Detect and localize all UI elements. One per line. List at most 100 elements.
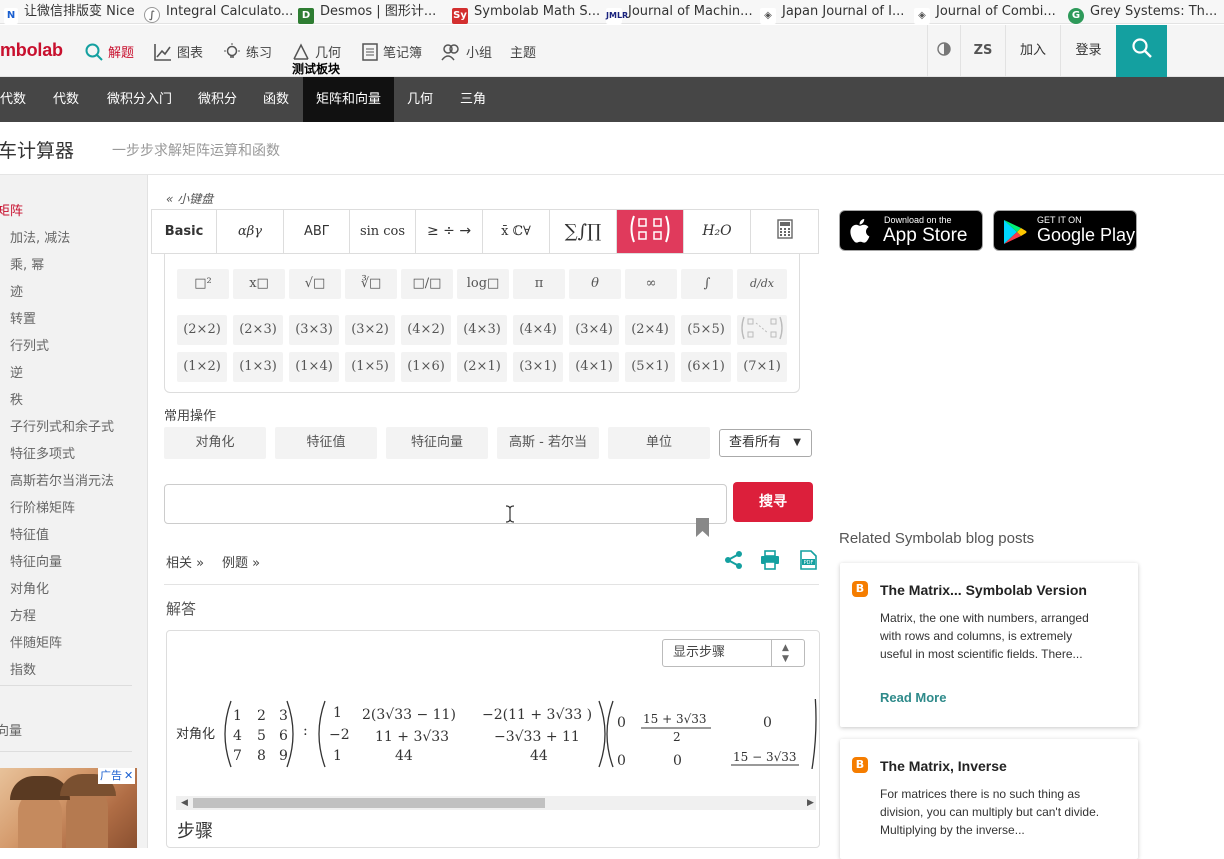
key-nthroot[interactable]: ∛□ [345,269,397,299]
subject-tab[interactable]: 三角 [447,77,499,122]
key-log[interactable]: log□ [457,269,509,299]
keypad-tab-operators[interactable]: ≥ ÷ → [416,210,483,253]
ad-badge[interactable]: 广告 ✕ [98,768,136,784]
sidebar-item[interactable]: 高斯若尔当消元法 [10,470,114,489]
share-icon[interactable] [724,550,744,574]
keypad-tab-sets[interactable]: x̄ ℂ∀ [483,210,550,253]
subject-tab[interactable]: 函数 [250,77,302,122]
sidebar-item[interactable]: 方程 [10,605,36,624]
blog-card[interactable]: B The Matrix... Symbolab Version Matrix,… [840,563,1138,727]
op-identity[interactable]: 单位 [608,427,710,459]
bookmark-item[interactable]: JMLRJournal of Machin... [606,3,753,24]
keypad-tab-matrix[interactable] [617,210,684,253]
op-diagonalize[interactable]: 对角化 [164,427,266,459]
op-eigenvectors[interactable]: 特征向量 [386,427,488,459]
related-link[interactable]: 相关 » [166,552,204,571]
header-search-button[interactable] [1116,25,1167,77]
join-button[interactable]: 加入 [1005,25,1060,77]
key-matrix-2x4[interactable]: (2×4) [625,315,675,345]
blog-title[interactable]: The Matrix, Inverse [880,758,1007,774]
key-matrix-4x1[interactable]: (4×1) [569,352,619,382]
sidebar-item[interactable]: 对角化 [10,578,49,597]
sidebar-item[interactable]: 特征值 [10,524,49,543]
subject-tab[interactable]: 几何 [394,77,446,122]
subject-tab[interactable]: 微积分入门 [94,77,185,122]
keypad-toggle[interactable]: « 小键盘 [166,190,213,207]
key-matrix-6x1[interactable]: (6×1) [681,352,731,382]
key-matrix-2x3[interactable]: (2×3) [233,315,283,345]
language-button[interactable]: ZS [960,25,1005,77]
show-steps-select[interactable]: 显示步骤 ▲ ▼ [662,639,805,667]
sidebar-item[interactable]: 转置 [10,308,36,327]
submit-button[interactable]: 搜寻 [733,482,813,522]
logo[interactable]: mbolab [0,40,63,61]
bookmark-item[interactable]: Sy Symbolab Math S... [452,3,600,24]
read-more-link[interactable]: Read More [880,690,946,705]
key-matrix-5x1[interactable]: (5×1) [625,352,675,382]
pdf-icon[interactable]: PDF [798,550,818,574]
key-matrix-3x2[interactable]: (3×2) [345,315,395,345]
key-matrix-4x2[interactable]: (4×2) [401,315,451,345]
key-matrix-custom[interactable] [737,315,787,345]
contrast-toggle[interactable] [927,25,960,77]
key-matrix-1x5[interactable]: (1×5) [345,352,395,382]
key-matrix-3x1[interactable]: (3×1) [513,352,563,382]
subject-tab[interactable]: 微积分 [185,77,250,122]
close-icon[interactable]: ✕ [124,769,133,782]
sidebar-item[interactable]: 迹 [10,281,23,300]
bookmark-item[interactable]: ◈ Journal of Combi... [914,3,1056,24]
key-matrix-2x1[interactable]: (2×1) [457,352,507,382]
sidebar-item-vector[interactable]: 向量 [0,720,22,739]
bookmark-item[interactable]: ∫ Integral Calculato... [144,3,293,23]
nav-practice[interactable]: 练习 [223,42,272,61]
sidebar-item[interactable]: 指数 [10,659,36,678]
examples-link[interactable]: 例题 » [222,552,260,571]
keypad-tab-calculus[interactable]: ∑∫∏ [550,210,617,253]
print-icon[interactable] [760,550,780,574]
subject-tab-active[interactable]: 矩阵和向量 [303,77,394,122]
sidebar-item[interactable]: 逆 [10,362,23,381]
sidebar-item-matrix[interactable]: 矩阵 [0,200,23,219]
nav-group[interactable]: 小组 [441,42,492,61]
key-matrix-1x4[interactable]: (1×4) [289,352,339,382]
key-fraction[interactable]: □/□ [401,269,453,299]
key-sqrt[interactable]: √□ [289,269,341,299]
app-store-badge[interactable]: Download on the App Store [839,210,983,251]
query-input[interactable] [164,484,727,524]
sidebar-item[interactable]: 加法, 减法 [10,227,70,246]
google-play-badge[interactable]: GET IT ON Google Play [993,210,1137,251]
blog-card[interactable]: B The Matrix, Inverse For matrices there… [840,739,1138,859]
keypad-tab-chemistry[interactable]: H₂O [684,210,751,253]
key-matrix-1x2[interactable]: (1×2) [177,352,227,382]
sidebar-item[interactable]: 秩 [10,389,23,408]
key-matrix-2x2[interactable]: (2×2) [177,315,227,345]
bookmark-item[interactable]: ◈ Japan Journal of I... [760,3,904,24]
key-pi[interactable]: π [513,269,565,299]
login-button[interactable]: 登录 [1060,25,1116,77]
blog-title[interactable]: The Matrix... Symbolab Version [880,582,1087,598]
op-gauss-jordan[interactable]: 高斯 - 若尔当 [497,427,599,459]
sidebar-item[interactable]: 乘, 幂 [10,254,44,273]
bookmark-icon[interactable] [696,518,709,537]
sidebar-item[interactable]: 行列式 [10,335,49,354]
key-power[interactable]: x□ [233,269,285,299]
keypad-tab-greek-lower[interactable]: αβγ [217,210,284,253]
key-square[interactable]: □² [177,269,229,299]
scroll-left-icon[interactable]: ◀ [181,798,188,808]
key-matrix-3x3[interactable]: (3×3) [289,315,339,345]
key-matrix-3x4[interactable]: (3×4) [569,315,619,345]
nav-solve[interactable]: 解题 [85,42,134,61]
subject-tab[interactable]: 代数 [0,77,39,122]
key-derivative[interactable]: d/dx [737,269,787,299]
key-integral[interactable]: ∫ [681,269,733,299]
key-infinity[interactable]: ∞ [625,269,677,299]
key-theta[interactable]: θ [569,269,621,299]
keypad-tab-greek-upper[interactable]: ABΓ [284,210,350,253]
subject-tab[interactable]: 代数 [40,77,92,122]
bookmark-item[interactable]: G Grey Systems: Th... [1068,3,1217,24]
sidebar-item[interactable]: 伴随矩阵 [10,632,62,651]
key-matrix-4x4[interactable]: (4×4) [513,315,563,345]
keypad-tab-basic[interactable]: Basic [152,210,217,253]
sidebar-item[interactable]: 行阶梯矩阵 [10,497,75,516]
key-matrix-5x5[interactable]: (5×5) [681,315,731,345]
